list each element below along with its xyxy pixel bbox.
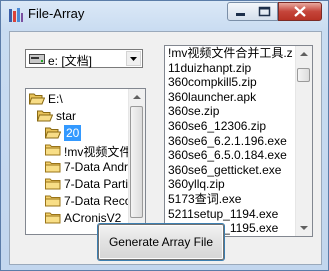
scroll-up-icon[interactable]	[296, 46, 312, 62]
folder-icon	[45, 212, 61, 224]
folder-tree-item[interactable]: star	[26, 108, 130, 124]
file-list-item[interactable]: 360se6_6.5.0.184.exe	[168, 148, 287, 163]
drive-select[interactable]: e: [文档]	[25, 49, 143, 68]
window-frame: File-Array e: [文档] ACronisV2 7-Data Recov…	[0, 0, 329, 271]
folder-scrollbar[interactable]	[128, 89, 145, 234]
dropdown-button[interactable]	[126, 51, 141, 66]
file-list-item[interactable]: 11duizhanpt.zip	[168, 61, 251, 76]
window-title: File-Array	[28, 6, 85, 21]
dialog-client-area: e: [文档] ACronisV2 7-Data Recov 7-Data Part…	[9, 31, 322, 265]
file-list-item[interactable]: 360se6_getticket.exe	[168, 163, 281, 178]
maximize-button[interactable]	[252, 2, 278, 21]
folder-icon	[45, 195, 61, 207]
folder-tree-item-label: ACronisV2	[64, 211, 122, 225]
file-list-item[interactable]: 5173查词.exe	[168, 192, 241, 207]
file-scroll-thumb[interactable]	[297, 68, 310, 82]
folder-tree-item-label: 20	[64, 125, 82, 141]
title-bar[interactable]: File-Array	[1, 1, 328, 29]
folder-tree-item[interactable]: 7-Data Partitic	[26, 176, 140, 192]
file-list-item[interactable]: 360compkill5.zip	[168, 75, 257, 90]
minimize-button[interactable]	[227, 2, 253, 21]
file-scrollbar[interactable]	[295, 46, 312, 236]
file-list-item[interactable]: 360se6_6.2.1.196.exe	[168, 134, 287, 149]
chevron-down-icon	[130, 57, 137, 61]
file-list-item[interactable]: 360se.zip	[168, 104, 219, 119]
file-list-item[interactable]: 5211setup_1194.exe	[168, 207, 278, 222]
folder-tree-item-label: E:\	[48, 92, 63, 106]
folder-tree-item[interactable]: E:\	[26, 91, 130, 107]
folder-tree-item[interactable]: 20	[26, 125, 130, 141]
drive-select-value: e: [文档]	[48, 54, 93, 68]
folder-tree-item[interactable]: 7-Data Androi	[26, 159, 137, 175]
file-list-item[interactable]: !mv视频文件合并工具.z	[168, 46, 293, 61]
minimize-icon	[236, 13, 245, 16]
folder-icon	[45, 161, 61, 173]
folder-tree-item[interactable]: 7-Data Recov	[26, 193, 137, 209]
scroll-up-icon[interactable]	[129, 89, 145, 105]
app-icon	[9, 8, 23, 22]
drive-icon	[29, 54, 45, 64]
folder-icon	[45, 144, 61, 156]
folder-tree-item-label: 7-Data Recov	[64, 194, 138, 208]
folder-scroll-thumb[interactable]	[130, 106, 143, 218]
folder-icon	[45, 178, 61, 190]
open-folder-icon	[37, 110, 53, 122]
file-list[interactable]: 5211setup_1195.exe5211setup_1194.exe5173…	[164, 45, 313, 237]
folder-tree-item-label: 7-Data Androi	[64, 160, 138, 174]
folder-tree-item-label: !mv视频文件	[64, 145, 132, 159]
close-icon	[294, 6, 306, 17]
maximize-icon	[258, 6, 271, 17]
folder-tree-item-label: star	[56, 109, 77, 123]
generate-array-file-button[interactable]: Generate Array File	[98, 224, 224, 260]
file-list-item[interactable]: 360yllq.zip	[168, 177, 225, 192]
open-folder-icon	[29, 93, 45, 105]
folder-tree[interactable]: ACronisV2 7-Data Recov 7-Data Partitic 7-Da…	[25, 88, 146, 235]
file-list-item[interactable]: 360launcher.apk	[168, 90, 256, 105]
close-button[interactable]	[278, 2, 322, 21]
generate-button-label: Generate Array File	[108, 235, 214, 249]
open-folder-icon	[45, 127, 61, 139]
file-list-item[interactable]: 360se6_12306.zip	[168, 119, 266, 134]
folder-tree-item[interactable]: !mv视频文件	[26, 142, 132, 159]
scroll-down-icon[interactable]	[296, 220, 312, 236]
